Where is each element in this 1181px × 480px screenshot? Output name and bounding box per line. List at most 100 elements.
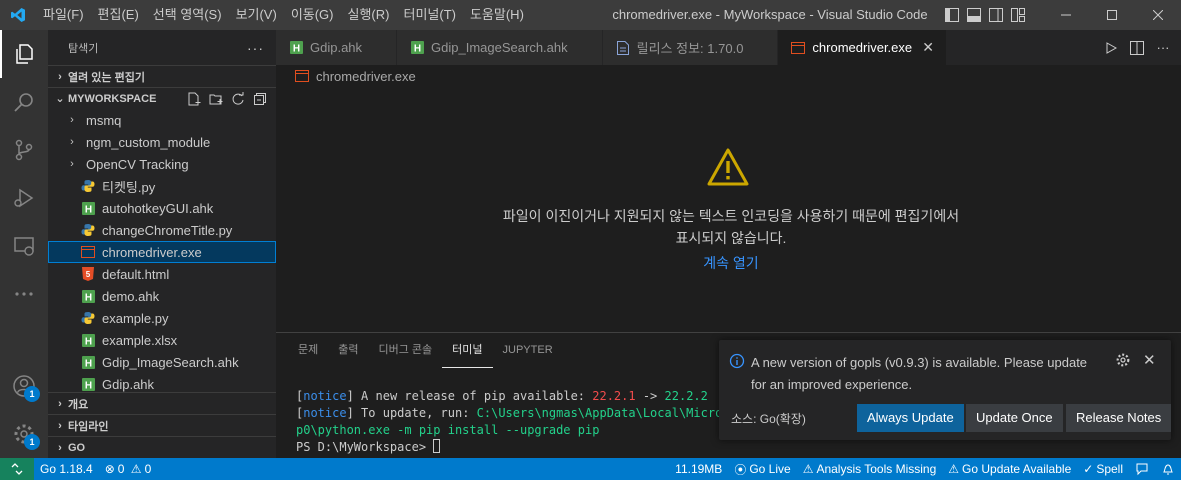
new-version: 22.2.2 — [664, 389, 708, 403]
menu-terminal[interactable]: 터미널(T) — [396, 0, 462, 30]
editor-actions: ··· — [1103, 30, 1181, 65]
chevron-down-icon: ⌄ — [55, 93, 65, 105]
editor-tab[interactable]: H Gdip.ahk — [276, 30, 398, 65]
menu-edit[interactable]: 편집(E) — [91, 0, 146, 30]
notifications-bell-icon[interactable] — [1155, 462, 1181, 476]
menu-run[interactable]: 실행(R) — [341, 0, 397, 30]
warning-icon — [706, 147, 750, 190]
editor-tab[interactable]: chromedriver.exe ✕ — [778, 30, 948, 65]
release-notes-button[interactable]: Release Notes — [1066, 404, 1172, 432]
memory-status[interactable]: 11.19MB — [669, 462, 728, 476]
tree-file[interactable]: H Gdip_ImageSearch.ahk — [48, 351, 276, 373]
terminal-line: [notice] To update, run: C:\Users\ngmas\… — [296, 406, 737, 420]
tree-item-label: ngm_custom_module — [86, 134, 211, 150]
new-folder-icon[interactable] — [208, 91, 224, 107]
toggle-secondary-sidebar-icon[interactable] — [988, 7, 1004, 23]
terminal-arrow: -> — [635, 389, 665, 403]
tree-file[interactable]: Hdemo.ahk — [48, 285, 276, 307]
tab-output[interactable]: 출력 — [328, 333, 368, 368]
warning-status-icon: ⚠ — [127, 462, 142, 476]
menu-go[interactable]: 이동(G) — [284, 0, 341, 30]
go-live-label: Go Live — [749, 462, 791, 476]
tree-folder[interactable]: › msmq — [48, 109, 276, 131]
chevron-right-icon: › — [58, 397, 62, 410]
explorer-icon[interactable] — [0, 30, 48, 78]
editor-tab[interactable]: H Gdip_ImageSearch.ahk — [397, 30, 603, 65]
more-actions-icon[interactable]: ··· — [247, 40, 264, 56]
remote-indicator-icon[interactable] — [0, 458, 34, 480]
more-actions-icon[interactable]: ··· — [1155, 40, 1171, 56]
close-window-icon[interactable] — [1135, 0, 1181, 30]
problems-status[interactable]: ⊗ 0 ⚠ 0 — [99, 462, 158, 476]
customize-layout-icon[interactable] — [1010, 7, 1026, 23]
manage-badge: 1 — [24, 434, 40, 450]
workspace-section[interactable]: ⌄ MYWORKSPACE — [48, 87, 276, 109]
close-tab-icon[interactable]: ✕ — [920, 39, 936, 56]
tab-problems[interactable]: 문제 — [288, 333, 328, 368]
accounts-icon[interactable]: 1 — [0, 362, 48, 410]
close-notification-icon[interactable]: ✕ — [1143, 351, 1156, 369]
terminal-output[interactable]: [notice] A new release of pip available:… — [296, 388, 737, 456]
source-control-icon[interactable] — [0, 126, 48, 174]
tree-folder[interactable]: › ngm_custom_module — [48, 131, 276, 153]
editor-tab[interactable]: 릴리스 정보: 1.70.0 — [602, 30, 779, 65]
toggle-panel-icon[interactable] — [966, 7, 982, 23]
breadcrumb[interactable]: chromedriver.exe — [276, 65, 1181, 87]
timeline-label: 타임라인 — [68, 420, 109, 433]
layout-controls — [944, 0, 1026, 30]
explorer-sidebar: 탐색기 ··· › 열려 있는 편집기 ⌄ MYWORKSPACE › msmq ›… — [48, 30, 276, 458]
menu-help[interactable]: 도움말(H) — [463, 0, 531, 30]
terminal-cursor — [433, 439, 441, 453]
tab-jupyter[interactable]: JUPYTER — [493, 333, 563, 368]
new-file-icon[interactable] — [186, 91, 202, 107]
menu-selection[interactable]: 선택 영역(S) — [146, 0, 229, 30]
maximize-icon[interactable] — [1089, 0, 1135, 30]
terminal-prompt: PS D:\MyWorkspace> — [296, 440, 434, 454]
minimize-icon[interactable] — [1043, 0, 1089, 30]
tree-file[interactable]: HautohotkeyGUI.ahk — [48, 197, 276, 219]
manage-gear-icon[interactable]: 1 — [0, 410, 48, 458]
notification-source: 소스: Go(확장) — [731, 412, 806, 426]
spell-status[interactable]: ✓ Spell — [1077, 462, 1129, 476]
go-section[interactable]: › GO — [48, 436, 276, 458]
run-icon[interactable] — [1103, 40, 1119, 56]
explorer-title: 탐색기 — [68, 42, 99, 55]
tree-file[interactable]: Hexample.xlsx — [48, 329, 276, 351]
svg-text:H: H — [84, 204, 91, 215]
tree-folder[interactable]: › OpenCV Tracking — [48, 153, 276, 175]
title-bar: 파일(F) 편집(E) 선택 영역(S) 보기(V) 이동(G) 실행(R) 터… — [0, 0, 1181, 30]
tree-file[interactable]: changeChromeTitle.py — [48, 219, 276, 241]
tree-file[interactable]: 티켓팅.py — [48, 175, 276, 197]
ahk-file-icon: H — [80, 200, 96, 216]
go-update-status[interactable]: ⚠ Go Update Available — [942, 462, 1077, 476]
timeline-section[interactable]: › 타임라인 — [48, 414, 276, 436]
always-update-button[interactable]: Always Update — [857, 404, 964, 432]
open-anyway-link[interactable]: 계속 열기 — [681, 253, 781, 273]
menu-view[interactable]: 보기(V) — [229, 0, 284, 30]
run-debug-icon[interactable] — [0, 174, 48, 222]
refresh-icon[interactable] — [230, 91, 246, 107]
toggle-sidebar-icon[interactable] — [944, 7, 960, 23]
more-views-icon[interactable] — [0, 270, 48, 318]
tree-file[interactable]: example.py — [48, 307, 276, 329]
collapse-all-icon[interactable] — [252, 91, 268, 107]
tab-debug-console[interactable]: 디버그 콘솔 — [369, 333, 443, 368]
go-live-status[interactable]: ⦿ Go Live — [728, 461, 796, 478]
tree-item-label: 티켓팅.py — [102, 179, 156, 195]
tree-file[interactable]: chromedriver.exe — [48, 241, 276, 263]
analysis-label: Analysis Tools Missing — [816, 462, 937, 476]
analysis-tools-status[interactable]: ⚠ Analysis Tools Missing — [797, 462, 943, 476]
explorer-header: 탐색기 ··· — [48, 30, 276, 65]
menu-file[interactable]: 파일(F) — [36, 0, 91, 30]
search-icon[interactable] — [0, 78, 48, 126]
update-once-button[interactable]: Update Once — [966, 404, 1063, 432]
split-editor-icon[interactable] — [1129, 40, 1145, 56]
feedback-icon[interactable] — [1129, 462, 1155, 476]
open-editors-section[interactable]: › 열려 있는 편집기 — [48, 65, 276, 87]
remote-explorer-icon[interactable] — [0, 222, 48, 270]
outline-section[interactable]: › 개요 — [48, 392, 276, 414]
go-version-status[interactable]: Go 1.18.4 — [34, 462, 99, 476]
tab-terminal[interactable]: 터미널 — [442, 333, 493, 368]
tree-file[interactable]: 5 default.html — [48, 263, 276, 285]
notification-settings-gear-icon[interactable] — [1115, 352, 1131, 371]
